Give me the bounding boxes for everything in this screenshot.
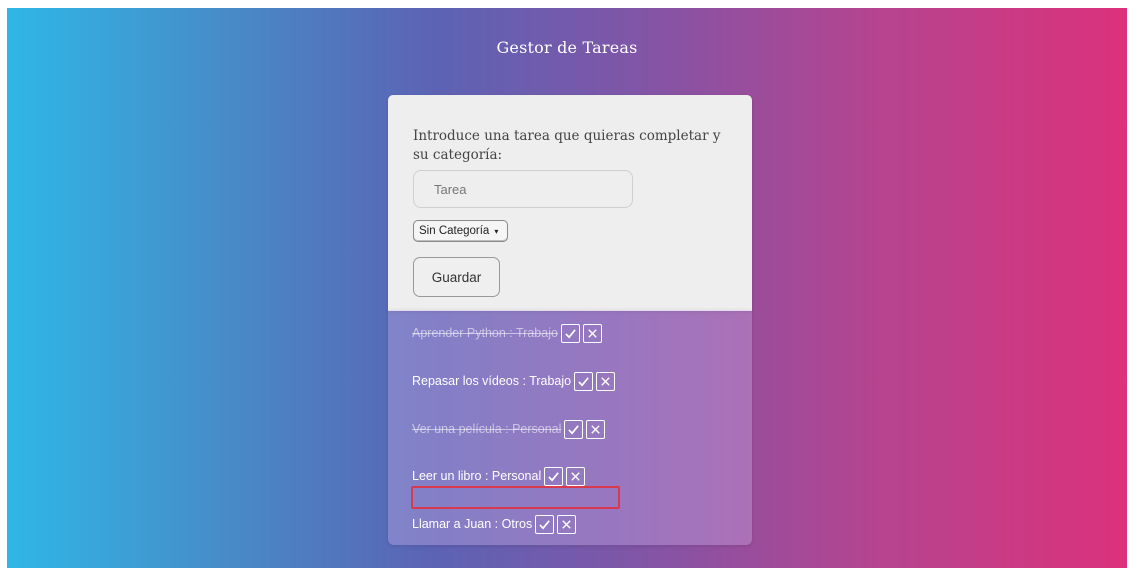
app-background: Gestor de Tareas Introduce una tarea que… (7, 8, 1127, 568)
task-item: Repasar los vídeos : Trabajo (412, 370, 616, 392)
close-icon (562, 519, 571, 529)
complete-task-button[interactable] (535, 514, 555, 534)
delete-task-button[interactable] (596, 371, 616, 391)
complete-task-button[interactable] (564, 419, 584, 439)
task-item: Leer un libro : Personal (412, 465, 586, 487)
close-icon (601, 376, 610, 386)
task-item: Llamar a Juan : Otros (412, 513, 577, 535)
check-icon (548, 471, 560, 481)
delete-task-button[interactable] (586, 419, 606, 439)
close-icon (591, 424, 601, 434)
complete-task-button[interactable] (574, 371, 594, 391)
delete-task-button[interactable] (566, 466, 586, 486)
highlight-box (411, 486, 620, 509)
task-text: Ver una película : Personal (412, 422, 562, 436)
category-select[interactable]: Sin Categoría ▾ (413, 220, 508, 242)
task-text: Aprender Python : Trabajo (412, 326, 558, 340)
close-icon (588, 328, 597, 338)
task-item: Aprender Python : Trabajo (412, 322, 602, 344)
complete-task-button[interactable] (560, 323, 580, 343)
check-icon (568, 424, 580, 434)
category-select-value: Sin Categoría (419, 225, 490, 237)
task-item: Ver una película : Personal (412, 418, 606, 440)
task-text: Leer un libro : Personal (412, 469, 542, 483)
form-prompt: Introduce una tarea que quieras completa… (413, 128, 721, 163)
close-icon (571, 471, 580, 481)
task-text: Llamar a Juan : Otros (412, 517, 533, 531)
app-title: Gestor de Tareas (496, 38, 638, 57)
task-form: Introduce una tarea que quieras completa… (388, 95, 752, 311)
save-button[interactable]: Guardar (413, 257, 500, 297)
check-icon (578, 376, 589, 386)
check-icon (565, 328, 576, 338)
delete-task-button[interactable] (582, 323, 602, 343)
complete-task-button[interactable] (544, 466, 564, 486)
task-list: Aprender Python : Trabajo Repasar los ví… (388, 310, 752, 545)
task-text: Repasar los vídeos : Trabajo (412, 374, 572, 388)
task-input[interactable] (413, 170, 633, 208)
check-icon (539, 519, 550, 529)
chevron-down-icon: ▾ (494, 226, 499, 236)
delete-task-button[interactable] (557, 514, 577, 534)
